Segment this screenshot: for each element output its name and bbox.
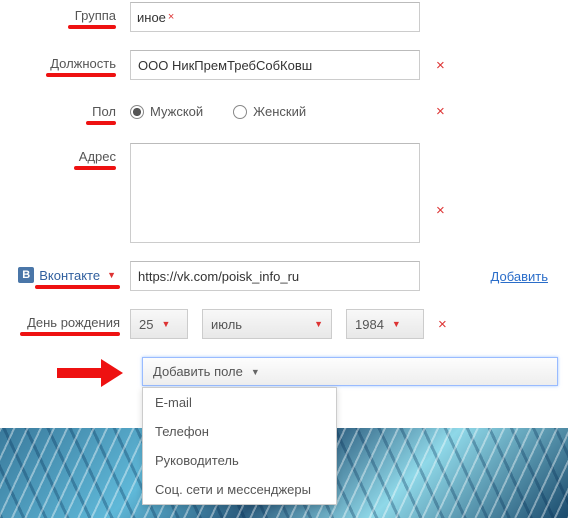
remove-address-icon[interactable]: × — [436, 202, 445, 219]
add-field-dropdown: E-mail Телефон Руководитель Соц. сети и … — [142, 387, 337, 505]
birthday-day-value: 25 — [139, 317, 153, 332]
radio-male[interactable]: Мужской — [130, 104, 203, 119]
caret-down-icon: ▼ — [107, 270, 116, 280]
label-gender: Пол — [92, 104, 116, 119]
caret-down-icon: ▼ — [161, 319, 170, 329]
birthday-month-select[interactable]: июль ▼ — [202, 309, 332, 339]
radio-icon — [233, 105, 247, 119]
dd-item-phone[interactable]: Телефон — [143, 417, 336, 446]
row-position: Должность × — [10, 50, 558, 80]
tag-remove-icon[interactable]: × — [168, 11, 174, 23]
position-input[interactable] — [130, 50, 420, 80]
label-group: Группа — [75, 8, 116, 23]
label-position: Должность — [50, 56, 116, 71]
underline-annotation — [46, 73, 116, 77]
vk-icon: B — [18, 267, 34, 283]
radio-icon — [130, 105, 144, 119]
caret-down-icon: ▼ — [314, 319, 323, 329]
remove-gender-icon[interactable]: × — [436, 103, 445, 120]
birthday-year-value: 1984 — [355, 317, 384, 332]
label-birthday: День рождения — [27, 315, 120, 330]
underline-annotation — [68, 25, 116, 29]
caret-down-icon: ▼ — [251, 367, 260, 377]
add-field-label: Добавить поле — [153, 364, 243, 379]
row-group: Группа иное× — [10, 2, 558, 32]
address-textarea[interactable] — [130, 143, 420, 243]
birthday-year-select[interactable]: 1984 ▼ — [346, 309, 424, 339]
row-gender: Пол Мужской Женский × — [10, 98, 558, 125]
arrow-annotation — [57, 361, 132, 385]
group-tag-value: иное — [137, 10, 166, 25]
vk-input[interactable] — [130, 261, 420, 291]
caret-down-icon: ▼ — [392, 319, 401, 329]
row-birthday: День рождения 25 ▼ июль ▼ 1984 ▼ × — [10, 309, 558, 339]
group-input[interactable]: иное× — [130, 2, 420, 32]
underline-annotation — [35, 285, 120, 289]
underline-annotation — [74, 166, 116, 170]
underline-annotation — [20, 332, 120, 336]
add-field-button[interactable]: Добавить поле ▼ — [142, 357, 558, 386]
label-vk[interactable]: Вконтакте — [39, 268, 100, 283]
label-address: Адрес — [79, 149, 116, 164]
dd-item-email[interactable]: E-mail — [143, 388, 336, 417]
remove-birthday-icon[interactable]: × — [438, 316, 447, 333]
radio-male-label: Мужской — [150, 104, 203, 119]
dd-item-social[interactable]: Соц. сети и мессенджеры — [143, 475, 336, 504]
remove-position-icon[interactable]: × — [436, 57, 445, 74]
vk-add-link[interactable]: Добавить — [491, 269, 548, 284]
radio-female-label: Женский — [253, 104, 306, 119]
birthday-month-value: июль — [211, 317, 242, 332]
row-vk: B Вконтакте ▼ Добавить — [10, 261, 558, 291]
row-address: Адрес × — [10, 143, 558, 243]
birthday-day-select[interactable]: 25 ▼ — [130, 309, 188, 339]
dd-item-manager[interactable]: Руководитель — [143, 446, 336, 475]
row-add-field: Добавить поле ▼ E-mail Телефон Руководит… — [142, 357, 558, 386]
radio-female[interactable]: Женский — [233, 104, 306, 119]
underline-annotation — [86, 121, 116, 125]
